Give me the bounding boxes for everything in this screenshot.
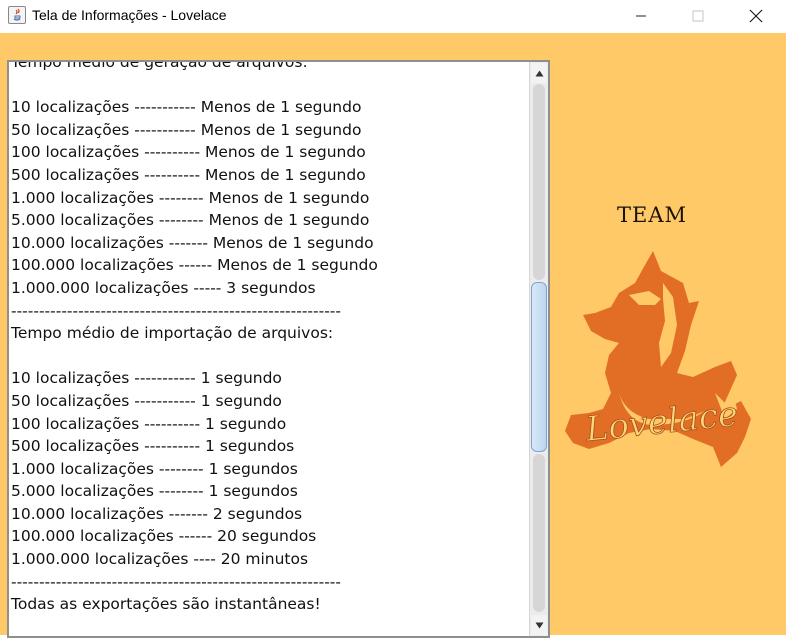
info-line: 1.000.000 localizações ---- 20 minutos [11,550,309,569]
java-app-icon [8,6,26,24]
info-line: 100.000 localizações ------ Menos de 1 s… [11,256,378,275]
close-button[interactable] [733,0,779,32]
info-line: 50 localizações ----------- Menos de 1 s… [11,120,362,139]
minimize-icon [636,15,646,17]
info-line: 10.000 localizações ------- 2 segundos [11,504,303,523]
team-logo: TEAM Lovelace [565,203,765,473]
content-area: Tempo médio de geração de arquivos: 10 lo… [0,33,786,638]
close-icon [749,9,763,23]
maximize-button[interactable] [675,0,721,32]
info-text-area[interactable]: Tempo médio de geração de arquivos: 10 lo… [9,62,529,636]
info-line: 10.000 localizações ------- Menos de 1 s… [11,233,374,252]
info-line [11,345,378,368]
minimize-button[interactable] [618,0,664,32]
app-window: Tela de Informações - Lovelace Tempo méd… [0,0,786,638]
info-line: 1.000 localizações -------- Menos de 1 s… [11,188,370,207]
info-line: 50 localizações ----------- 1 segundo [11,391,282,410]
info-scroll-pane[interactable]: Tempo médio de geração de arquivos: 10 lo… [7,60,550,638]
info-line: ----------------------------------------… [11,301,341,320]
info-line: 5.000 localizações -------- 1 segundos [11,482,298,501]
scroll-track-upper[interactable] [533,84,545,280]
info-line: 500 localizações ---------- 1 segundos [11,437,295,456]
info-line: 500 localizações ---------- Menos de 1 s… [11,165,366,184]
maximize-icon [692,10,704,22]
info-text: Tempo médio de geração de arquivos: 10 lo… [11,62,378,616]
arrow-up-icon [535,70,543,76]
info-line: Tempo médio de geração de arquivos: [11,62,308,71]
title-bar[interactable]: Tela de Informações - Lovelace [0,0,786,33]
vertical-scrollbar[interactable] [529,62,548,636]
info-line: ----------------------------------------… [11,572,341,591]
scroll-up-button[interactable] [531,63,547,83]
logo-team-text: TEAM [617,203,688,227]
info-line: 1.000.000 localizações ----- 3 segundos [11,278,316,297]
window-title: Tela de Informações - Lovelace [32,7,227,23]
info-line: 100.000 localizações ------ 20 segundos [11,527,317,546]
scroll-track-lower[interactable] [533,454,545,612]
info-line [11,74,378,97]
scroll-down-button[interactable] [531,615,547,635]
info-line: 10 localizações ----------- 1 segundo [11,369,282,388]
arrow-down-icon [535,622,543,628]
info-line: 10 localizações ----------- Menos de 1 s… [11,98,362,117]
info-line: 100 localizações ---------- 1 segundo [11,414,287,433]
info-line: Todas as exportações são instantâneas! [11,595,321,614]
info-line: 1.000 localizações -------- 1 segundos [11,459,298,478]
scroll-thumb[interactable] [531,282,547,452]
info-line: Tempo médio de importação de arquivos: [11,324,334,343]
fox-icon: Lovelace [565,251,751,467]
info-line: 5.000 localizações -------- Menos de 1 s… [11,211,370,230]
info-line: 100 localizações ---------- Menos de 1 s… [11,143,366,162]
